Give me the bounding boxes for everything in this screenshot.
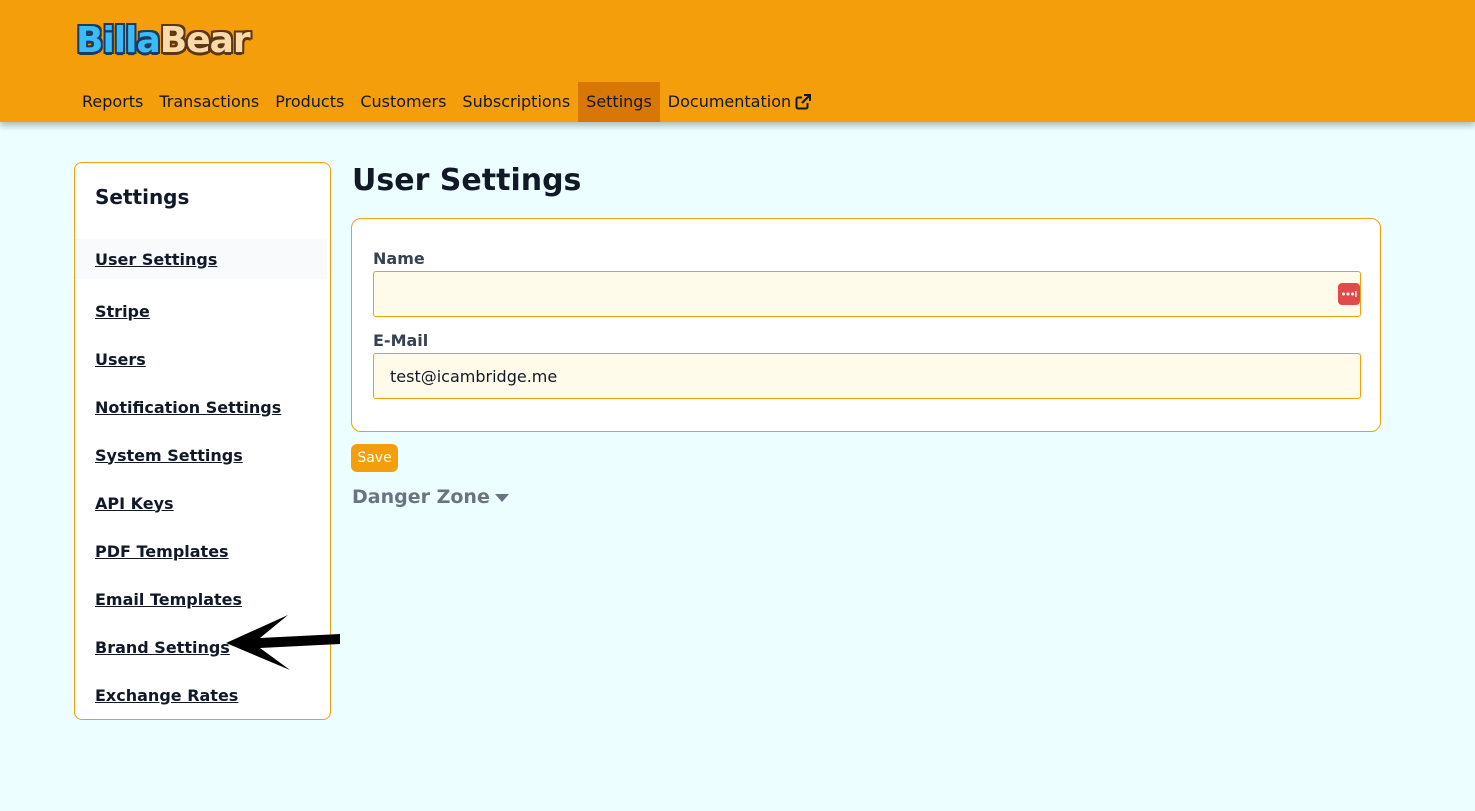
- sidebar-item-label: PDF Templates: [95, 541, 229, 561]
- nav-item-customers[interactable]: Customers: [352, 82, 454, 122]
- name-label: Name: [373, 249, 425, 268]
- logo-part-bear: Bear: [159, 20, 251, 61]
- sidebar-item-label: Brand Settings: [95, 637, 230, 657]
- nav-item-reports[interactable]: Reports: [74, 82, 151, 122]
- sidebar-item-label: API Keys: [95, 493, 174, 513]
- danger-zone-toggle[interactable]: Danger Zone: [352, 486, 509, 508]
- name-input[interactable]: [373, 271, 1361, 317]
- nav-item-products[interactable]: Products: [267, 82, 352, 122]
- sidebar-title: Settings: [95, 185, 190, 209]
- top-header: BillaBear Reports Transactions Products …: [0, 0, 1475, 122]
- sidebar-item-label: Email Templates: [95, 589, 243, 609]
- logo-part-billa: Billa: [76, 20, 161, 61]
- email-input[interactable]: [373, 353, 1361, 399]
- password-manager-icon[interactable]: [1338, 283, 1360, 305]
- sidebar-item-label: Exchange Rates: [95, 685, 239, 705]
- nav-item-subscriptions[interactable]: Subscriptions: [454, 82, 578, 122]
- caret-down-icon: [494, 494, 509, 502]
- page-title: User Settings: [352, 163, 582, 198]
- sidebar-item-notification-settings[interactable]: Notification Settings: [75, 383, 327, 431]
- sidebar-item-label: System Settings: [95, 445, 243, 465]
- save-button[interactable]: Save: [351, 444, 398, 472]
- sidebar-item-label: Users: [95, 349, 146, 369]
- nav-item-documentation-label: Documentation: [667, 92, 792, 111]
- sidebar-item-api-keys[interactable]: API Keys: [75, 479, 327, 527]
- sidebar-item-label: Notification Settings: [95, 397, 282, 417]
- sidebar-item-exchange-rates[interactable]: Exchange Rates: [75, 671, 327, 719]
- email-label: E-Mail: [373, 331, 429, 350]
- danger-zone-label: Danger Zone: [352, 486, 490, 508]
- sidebar-item-system-settings[interactable]: System Settings: [75, 431, 327, 479]
- sidebar-item-users[interactable]: Users: [75, 335, 327, 383]
- nav-item-documentation[interactable]: Documentation: [660, 82, 819, 122]
- dots-icon: [1342, 291, 1357, 297]
- user-settings-form: Name E-Mail: [351, 218, 1381, 432]
- left-arrow-annotation-icon: [226, 615, 340, 670]
- billabear-logo[interactable]: BillaBear: [76, 20, 251, 62]
- main-nav: Reports Transactions Products Customers …: [74, 82, 819, 122]
- sidebar-item-pdf-templates[interactable]: PDF Templates: [75, 527, 327, 575]
- sidebar-item-user-settings[interactable]: User Settings: [75, 239, 327, 279]
- nav-item-settings[interactable]: Settings: [578, 82, 660, 122]
- nav-item-transactions[interactable]: Transactions: [151, 82, 267, 122]
- sidebar-item-stripe[interactable]: Stripe: [75, 287, 327, 335]
- external-link-icon: [795, 94, 812, 110]
- sidebar-item-label: User Settings: [95, 249, 218, 269]
- name-field-wrapper: [352, 271, 1380, 317]
- sidebar-item-label: Stripe: [95, 301, 150, 321]
